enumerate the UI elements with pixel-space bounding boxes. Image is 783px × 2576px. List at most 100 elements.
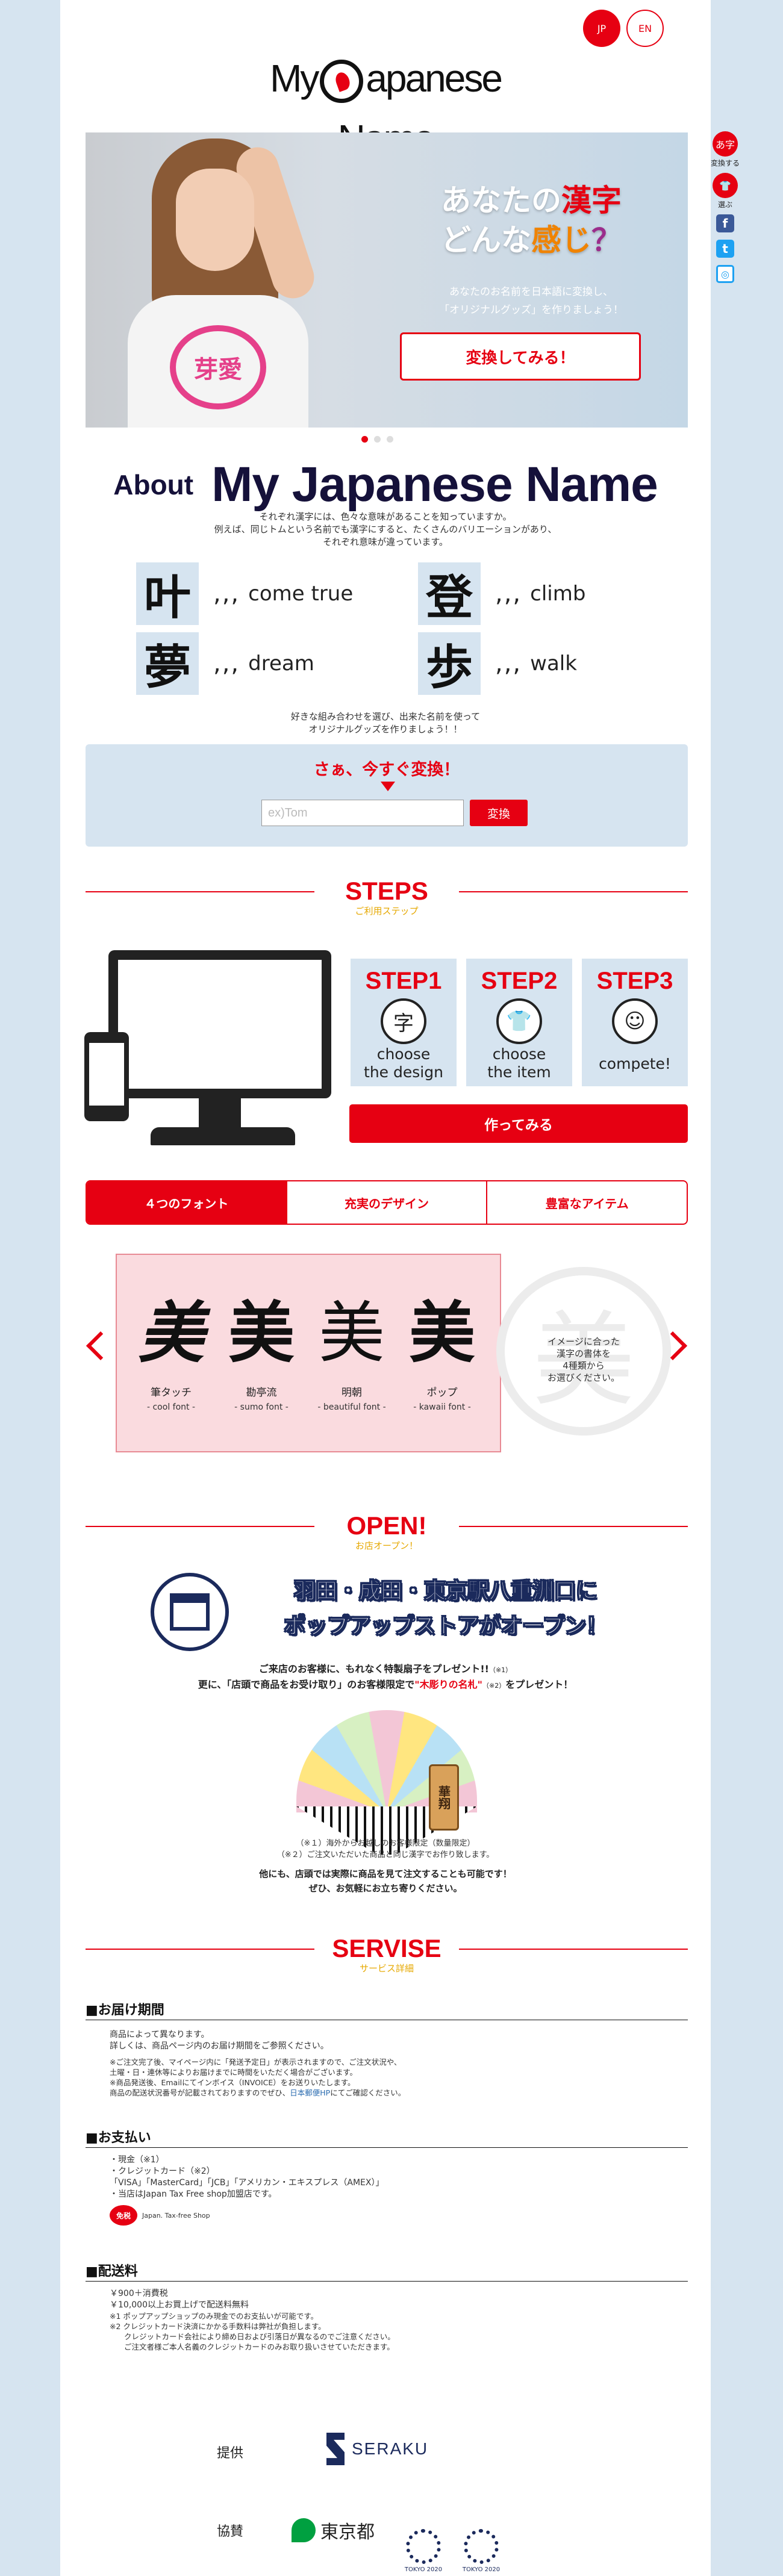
japan-post-link[interactable]: 日本郵便HP [290, 2088, 330, 2097]
step-head: STEP2 [481, 968, 558, 994]
service-title: SERVISE [332, 1934, 441, 1962]
hero-model-face [176, 169, 254, 271]
kanji-dots: ,,, [213, 580, 240, 608]
delivery-line: 詳しくは、商品ページ内のお届け期間をご参照ください。 [110, 2041, 329, 2051]
open-title: OPEN! [346, 1511, 427, 1540]
name-input[interactable] [261, 800, 464, 826]
kanji-dots: ,,, [213, 650, 240, 677]
delivery-note-text: 商品の配送状況番号が記載されておりますのでぜひ、 [110, 2088, 290, 2097]
open-headline-line: 羽田・成田・東京駅八重洲口に [293, 1579, 597, 1604]
payment-line: 「VISA」「MasterCard」「JCB」「アメリカン・エキスプレス（AME… [110, 2178, 384, 2188]
float-choose-label: 選ぶ [717, 201, 732, 209]
hero-sub-line1: あなたのお名前を日本語に変換し、 [449, 286, 613, 298]
kanji-box: 叶 [136, 562, 199, 625]
tab-designs[interactable]: 充実のデザイン [287, 1181, 488, 1224]
hero-title-q: ？ [591, 223, 622, 258]
delivery-note: 土曜・日・連休等によりお届けまでに時間をいただく場合がございます。 [110, 2068, 358, 2077]
shipping-note: クレジットカード会社により締め日および引落日が異なるのでご注意ください。 [124, 2332, 395, 2341]
kanji-box: 登 [418, 562, 481, 625]
about-footnote: 好きな組み合わせを選び、出来た名前を使って オリジナルグッズを作りましょう！！ [60, 711, 711, 736]
about-big: My Japanese Name [211, 457, 658, 512]
shipping-line: ￥900＋消費税 [110, 2289, 168, 2298]
delivery-note: ※ご注文完了後、マイページ内に「発送予定日」が表示されますので、ご注文状況や、 [110, 2058, 402, 2067]
store-stall-shape [170, 1593, 210, 1631]
desktop-monitor-icon [108, 950, 331, 1098]
tax-free-label: Japan. Tax-free Shop [142, 2211, 210, 2220]
font-name-en: - kawaii font - [413, 1402, 471, 1412]
shipping-note: ※2 クレジットカード決済にかかる手数料は弊社が負担します。 [110, 2322, 326, 2331]
payment-line: ・当店はJapan Tax Free shop加盟店です。 [110, 2189, 277, 2199]
delivery-heading: ■お届け期間 [86, 1999, 688, 2020]
step-label-line: the design [364, 1063, 443, 1081]
seraku-logo[interactable]: SERAKU [326, 2433, 428, 2465]
kanji-box: 歩 [418, 632, 481, 695]
hero-slider[interactable]: 芽愛 あなたの漢字 どんな感じ？ あなたのお名前を日本語に変換し、 「オリジナル… [86, 132, 688, 428]
float-convert[interactable]: あ字 変換する [711, 131, 740, 168]
delivery-note: ※商品発送後、Emailにてインボイス（INVOICE）をお送りいたします。 [110, 2078, 355, 2087]
lang-en-button[interactable]: EN [626, 10, 664, 47]
convert-button[interactable]: 変換 [470, 800, 528, 826]
float-choose[interactable]: 👕 選ぶ [711, 173, 740, 210]
facebook-icon[interactable]: f [716, 214, 734, 232]
about-desc-line: 例えば、同じトムという名前でも漢字にすると、たくさんのバリエーションがあり、 [214, 524, 557, 535]
tab-items[interactable]: 豊富なアイテム [487, 1181, 687, 1224]
tab-fonts[interactable]: ４つのフォント [87, 1181, 287, 1224]
service-subtitle: サービス詳細 [359, 1963, 414, 1974]
font-sample: 美 勘亭流 - sumo font - [219, 1297, 304, 1412]
font-name-en: - cool font - [146, 1402, 196, 1412]
fonts-side-line: 4種類から [563, 1360, 605, 1371]
open-gift-text: 更に、「店頭で商品をお受け取り」のお客様限定で [198, 1679, 415, 1690]
slider-dot-1[interactable] [361, 436, 368, 443]
hero-title-text: あなたの [441, 183, 561, 218]
shipping-body: ￥900＋消費税 ￥10,000以上お買上げで配送料無料 ※1 ポップアップショ… [110, 2288, 676, 2352]
twitter-icon[interactable]: t [716, 240, 734, 258]
lang-jp-button[interactable]: JP [583, 10, 620, 47]
kanji-example: 登 ,,, climb [418, 562, 585, 625]
hero-subtitle: あなたのお名前を日本語に変換し、 「オリジナルグッズ」を作りましょう！ [399, 283, 664, 319]
open-notes: （※１）海外からお越しのお客様限定（数量限定） （※２）ご注文いただいた商品と同… [60, 1838, 711, 1861]
provided-by-label: 提供 [217, 2446, 244, 2461]
float-convert-label: 変換する [711, 159, 740, 167]
font-name: 筆タッチ [151, 1387, 192, 1399]
open-tail-line: 他にも、店頭では実際に商品を見て注文することも可能です！ [259, 1868, 512, 1879]
about-small: About [113, 469, 194, 500]
chevron-left-icon[interactable] [86, 1331, 116, 1361]
slider-dot-3[interactable] [387, 436, 393, 443]
step-head: STEP1 [365, 968, 442, 994]
step-label-line: the item [487, 1063, 551, 1081]
tokyo-ginkgo-icon [292, 2518, 316, 2542]
floating-menu: あ字 変換する 👕 選ぶ f t ◎ [711, 131, 740, 290]
open-gift-text: ご来店のお客様に、もれなく特製扇子をプレゼント!! [258, 1663, 489, 1675]
monitor-stand [199, 1098, 241, 1128]
open-gift-line1: ご来店のお客様に、もれなく特製扇子をプレゼント!!（※1） [60, 1662, 711, 1678]
slider-dots [361, 436, 393, 443]
instagram-icon[interactable]: ◎ [716, 265, 734, 283]
paralympic-emblem-icon [464, 2529, 499, 2564]
tax-free-logo-icon: 免税 [110, 2205, 137, 2226]
font-name: 勘亭流 [246, 1387, 277, 1399]
slider-dot-2[interactable] [374, 436, 381, 443]
about-foot-line: 好きな組み合わせを選び、出来た名前を使って [290, 711, 481, 722]
step-label: compete! [599, 1055, 671, 1072]
tokyo-metropolis-logo[interactable]: 東京都 [292, 2517, 375, 2543]
site-logo[interactable]: Myapanese Name [220, 48, 551, 160]
kanji-meaning: climb [530, 582, 586, 606]
kanji-meaning: dream [248, 652, 314, 676]
open-note-line: （※２）ご注文いただいた商品と同じ漢字でお作り致します。 [276, 1850, 494, 1859]
hero-title-text2: どんな [441, 223, 531, 258]
kanji-box: 夢 [136, 632, 199, 695]
about-description: それぞれ漢字には、色々な意味があることを知っていますか。 例えば、同じトムという… [60, 511, 711, 549]
monitor-base [151, 1127, 295, 1145]
tokyo2020-paralympic-emblem: TOKYO 2020 [460, 2529, 502, 2573]
tokyo2020-olympic-emblem: TOKYO 2020 [402, 2529, 445, 2573]
try-it-button[interactable]: 作ってみる [349, 1104, 688, 1143]
font-name-en: - sumo font - [234, 1402, 289, 1412]
smartphone-icon [84, 1032, 129, 1121]
step-card-3: STEP3 ☺ compete! [582, 959, 688, 1086]
kanji-example: 夢 ,,, dream [136, 632, 314, 695]
hero-convert-button[interactable]: 変換してみる！ [400, 332, 641, 381]
tshirt-icon: 👕 [713, 173, 738, 198]
steps-title: STEPS [345, 877, 428, 905]
open-gift-red: "木彫りの名札" [414, 1679, 482, 1690]
kanji-meaning: come true [248, 582, 354, 606]
